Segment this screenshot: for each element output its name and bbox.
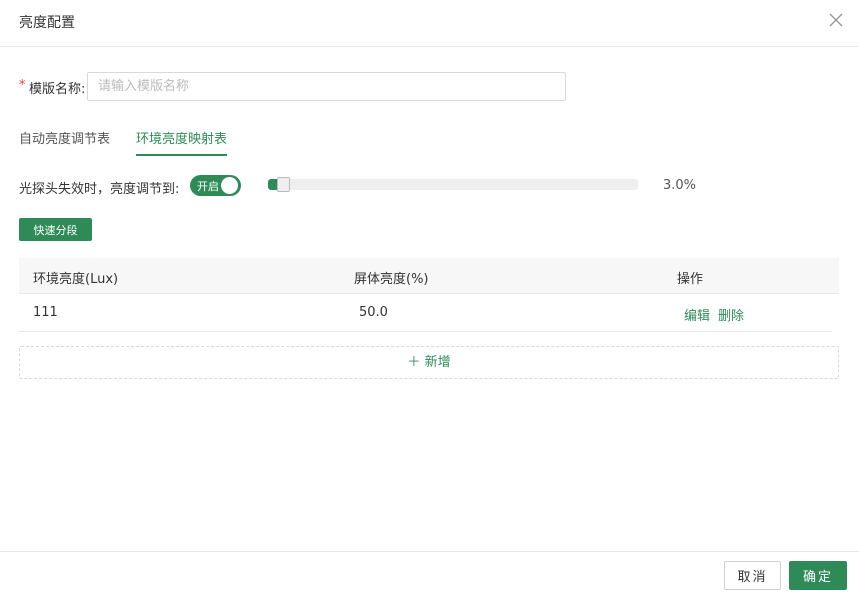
cell-screen: 50.0 [359,305,388,320]
sensor-failure-switch[interactable]: 开启 [190,175,241,196]
dialog-footer: 取消 确定 [0,551,859,596]
add-row-label: 新增 [424,355,451,370]
template-name-label: 模版名称: [29,82,86,97]
table-row: 111 50.0 编辑 删除 [19,294,832,332]
switch-text: 开启 [197,180,219,193]
brightness-slider[interactable] [268,177,638,192]
column-header-ambient: 环境亮度(Lux) [33,272,119,287]
plus-icon: ＋ [407,355,421,370]
required-mark: * [19,78,26,93]
cell-actions: 编辑 删除 [684,305,752,324]
delete-link[interactable]: 删除 [718,309,744,324]
sensor-failure-row: 光探头失效时，亮度调节到: 开启 3.0% [19,175,719,197]
brightness-config-dialog: 亮度配置 * 模版名称: 自动亮度调节表 环境亮度映射表 光探头失效时，亮度调节… [0,0,859,596]
add-row-button[interactable]: ＋ 新增 [19,346,839,379]
cell-ambient: 111 [33,305,58,320]
tab-ambient-mapping[interactable]: 环境亮度映射表 [136,128,228,156]
cancel-button[interactable]: 取消 [724,561,781,590]
column-header-actions: 操作 [677,272,704,287]
tab-auto-brightness[interactable]: 自动亮度调节表 [19,128,110,155]
quick-segment-button[interactable]: 快速分段 [19,218,92,241]
sensor-failure-label: 光探头失效时，亮度调节到: [19,182,180,197]
dialog-title: 亮度配置 [19,15,75,31]
ok-button[interactable]: 确定 [789,561,847,590]
close-icon[interactable] [828,12,844,28]
slider-handle[interactable] [277,177,290,192]
table-header: 环境亮度(Lux) 屏体亮度(%) 操作 [19,258,839,294]
column-header-screen: 屏体亮度(%) [354,272,429,287]
dialog-header: 亮度配置 [0,0,859,47]
template-name-input[interactable] [87,72,566,101]
mapping-table: 环境亮度(Lux) 屏体亮度(%) 操作 111 50.0 编辑 删除 [19,258,839,332]
edit-link[interactable]: 编辑 [684,309,710,324]
switch-knob [221,177,238,194]
slider-value: 3.0% [663,178,697,193]
